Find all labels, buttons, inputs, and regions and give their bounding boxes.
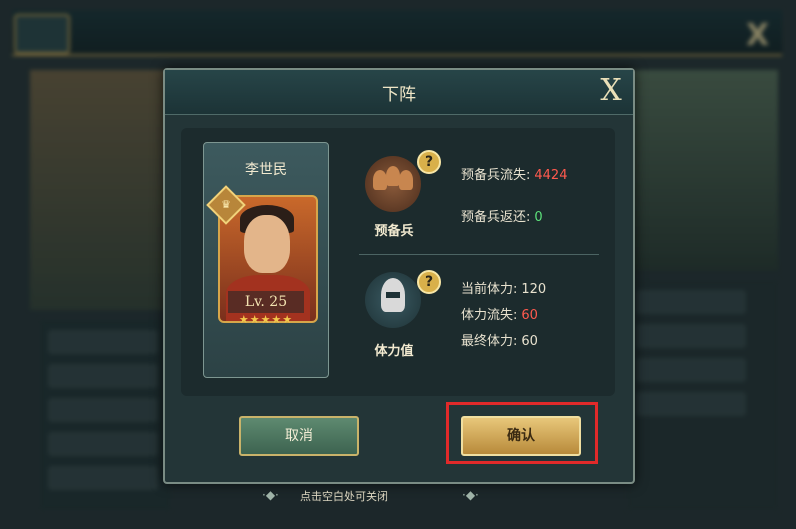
stamina-current-row: 当前体力: 120 bbox=[461, 278, 546, 297]
reserve-help-icon[interactable]: ? bbox=[417, 150, 441, 174]
stamina-loss-row: 体力流失: 60 bbox=[461, 304, 538, 323]
stamina-help-icon[interactable]: ? bbox=[417, 270, 441, 294]
cancel-button[interactable]: 取消 bbox=[239, 416, 359, 456]
hero-card: 李世民 ♛ Lv. 25 ★★★★★ bbox=[203, 142, 329, 378]
divider bbox=[359, 254, 599, 255]
hint-right-deco: ·◆· bbox=[462, 488, 479, 502]
stamina-caption: 体力值 bbox=[374, 344, 414, 359]
stamina-current-value: 120 bbox=[521, 282, 547, 297]
confirm-highlight-box bbox=[446, 402, 598, 464]
reserve-return-label: 预备兵返还: bbox=[461, 210, 531, 225]
soldier-helmets-icon bbox=[365, 156, 421, 212]
reserve-return-row: 预备兵返还: 0 bbox=[461, 206, 543, 225]
stamina-loss-value: 60 bbox=[521, 308, 538, 323]
reserve-loss-label: 预备兵流失: bbox=[461, 168, 531, 183]
stamina-final-row: 最终体力: 60 bbox=[461, 330, 538, 349]
close-icon[interactable]: X bbox=[595, 74, 627, 108]
dialog-title: 下阵 bbox=[382, 85, 416, 105]
hero-level: Lv. 25 bbox=[228, 291, 304, 313]
close-hint: 点击空白处可关闭 bbox=[300, 490, 388, 503]
stamina-final-value: 60 bbox=[521, 334, 538, 349]
hero-stars: ★★★★★ bbox=[238, 313, 294, 326]
stamina-final-label: 最终体力: bbox=[461, 334, 518, 349]
stamina-loss-label: 体力流失: bbox=[461, 308, 518, 323]
stamina-current-label: 当前体力: bbox=[461, 282, 518, 297]
knight-helmet-icon bbox=[365, 272, 421, 328]
reserve-loss-value: 4424 bbox=[534, 168, 568, 183]
hero-name: 李世民 bbox=[245, 162, 287, 178]
dialog-header: 下阵 X bbox=[165, 70, 633, 115]
hint-left-deco: ·◆· bbox=[262, 488, 279, 502]
reserve-caption: 预备兵 bbox=[374, 224, 414, 239]
dialog-content-panel: 李世民 ♛ Lv. 25 ★★★★★ ? 预备兵 预备兵流失: 4424 预备兵返… bbox=[181, 128, 615, 396]
reserve-loss-row: 预备兵流失: 4424 bbox=[461, 164, 567, 183]
reserve-return-value: 0 bbox=[534, 210, 543, 225]
